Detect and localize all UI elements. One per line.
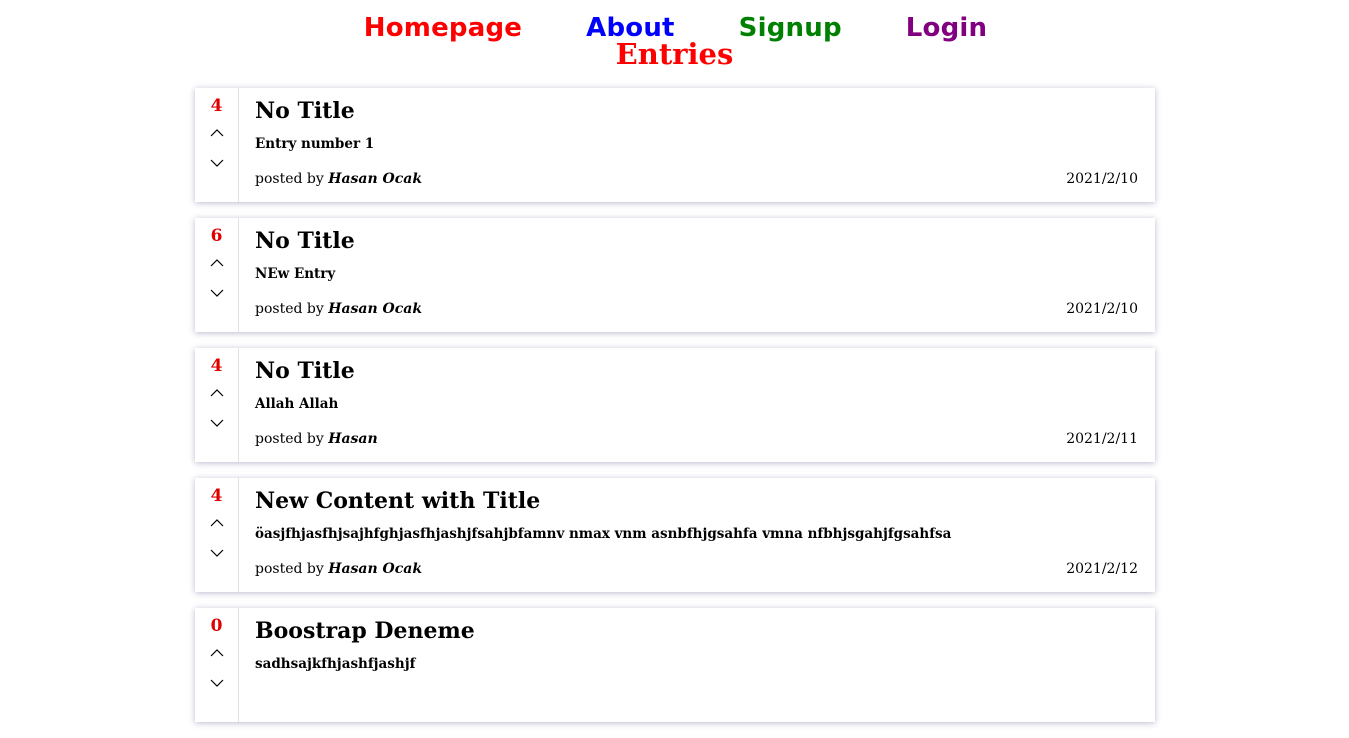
main-nav: Homepage About Signup Login <box>2 0 1349 43</box>
entry-footer: posted by Hasan Ocak 2021/2/12 <box>255 560 1138 578</box>
entry-body: sadhsajkfhjashfjashjf <box>255 656 416 672</box>
nav-login-link[interactable]: Login <box>906 13 987 43</box>
entry-footer: posted by Hasan 2021/2/11 <box>255 430 1138 448</box>
entry-content: New Content with Title öasjfhjasfhjsajhf… <box>239 478 1155 592</box>
entry-title[interactable]: No Title <box>255 356 1138 386</box>
vote-panel: 6 <box>195 218 239 332</box>
upvote-button[interactable] <box>207 252 227 272</box>
entry-card: 6 No Title NEw Entry posted by Hasan Oca… <box>195 218 1155 332</box>
entry-author-line: posted by Hasan <box>255 430 378 448</box>
entry-content: No Title NEw Entry posted by Hasan Ocak … <box>239 218 1155 332</box>
upvote-button[interactable] <box>207 512 227 532</box>
entry-title[interactable]: No Title <box>255 96 1138 126</box>
vote-count: 4 <box>210 486 223 506</box>
nav-homepage-link[interactable]: Homepage <box>364 13 522 43</box>
chevron-down-icon <box>210 419 223 427</box>
vote-count: 4 <box>210 96 223 116</box>
upvote-button[interactable] <box>207 382 227 402</box>
entry-author-line: posted by Hasan Ocak <box>255 300 422 318</box>
entry-footer: posted by Hasan Ocak 2021/2/10 <box>255 170 1138 188</box>
entry-date: 2021/2/10 <box>1066 171 1138 187</box>
entry-date: 2021/2/10 <box>1066 301 1138 317</box>
entry-card: 4 No Title Allah Allah posted by Hasan 2… <box>195 348 1155 462</box>
entry-list: 4 No Title Entry number 1 posted by Hasa… <box>195 88 1155 738</box>
chevron-down-icon <box>210 549 223 557</box>
entry-card: 4 New Content with Title öasjfhjasfhjsaj… <box>195 478 1155 592</box>
upvote-button[interactable] <box>207 642 227 662</box>
posted-by-label: posted by <box>255 301 324 317</box>
chevron-down-icon <box>210 159 223 167</box>
entry-date: 2021/2/11 <box>1066 431 1138 447</box>
downvote-button[interactable] <box>207 543 227 563</box>
vote-panel: 4 <box>195 348 239 462</box>
entry-content: No Title Allah Allah posted by Hasan 202… <box>239 348 1155 462</box>
entry-content: No Title Entry number 1 posted by Hasan … <box>239 88 1155 202</box>
entry-card: 4 No Title Entry number 1 posted by Hasa… <box>195 88 1155 202</box>
downvote-button[interactable] <box>207 673 227 693</box>
vote-panel: 4 <box>195 88 239 202</box>
posted-by-label: posted by <box>255 561 324 577</box>
chevron-up-icon <box>210 258 223 266</box>
downvote-button[interactable] <box>207 283 227 303</box>
nav-signup-link[interactable]: Signup <box>739 13 842 43</box>
entry-title[interactable]: Boostrap Deneme <box>255 616 1138 646</box>
chevron-down-icon <box>210 289 223 297</box>
page-title: Entries <box>615 37 734 71</box>
chevron-up-icon <box>210 518 223 526</box>
chevron-down-icon <box>210 679 223 687</box>
entry-title[interactable]: New Content with Title <box>255 486 1138 516</box>
downvote-button[interactable] <box>207 413 227 433</box>
entry-body: Entry number 1 <box>255 136 375 152</box>
entry-author-line: posted by Hasan Ocak <box>255 170 422 188</box>
entry-body: öasjfhjasfhjsajhfghjasfhjashjfsahjbfamnv… <box>255 526 952 542</box>
entry-content: Boostrap Deneme sadhsajkfhjashfjashjf <box>239 608 1155 722</box>
chevron-up-icon <box>210 128 223 136</box>
entry-footer: posted by Hasan Ocak 2021/2/10 <box>255 300 1138 318</box>
vote-count: 4 <box>210 356 223 376</box>
downvote-button[interactable] <box>207 153 227 173</box>
chevron-up-icon <box>210 388 223 396</box>
author-link[interactable]: Hasan <box>328 431 377 447</box>
entry-body: Allah Allah <box>255 396 339 412</box>
entry-date: 2021/2/12 <box>1066 561 1138 577</box>
entry-author-line: posted by Hasan Ocak <box>255 560 422 578</box>
posted-by-label: posted by <box>255 171 324 187</box>
posted-by-label: posted by <box>255 431 324 447</box>
vote-count: 0 <box>210 616 223 636</box>
entry-card: 0 Boostrap Deneme sadhsajkfhjashfjashjf <box>195 608 1155 722</box>
vote-count: 6 <box>210 226 223 246</box>
author-link[interactable]: Hasan Ocak <box>328 561 422 577</box>
author-link[interactable]: Hasan Ocak <box>328 171 422 187</box>
author-link[interactable]: Hasan Ocak <box>328 301 422 317</box>
vote-panel: 4 <box>195 478 239 592</box>
vote-panel: 0 <box>195 608 239 722</box>
entry-body: NEw Entry <box>255 266 336 282</box>
entry-title[interactable]: No Title <box>255 226 1138 256</box>
upvote-button[interactable] <box>207 122 227 142</box>
chevron-up-icon <box>210 648 223 656</box>
